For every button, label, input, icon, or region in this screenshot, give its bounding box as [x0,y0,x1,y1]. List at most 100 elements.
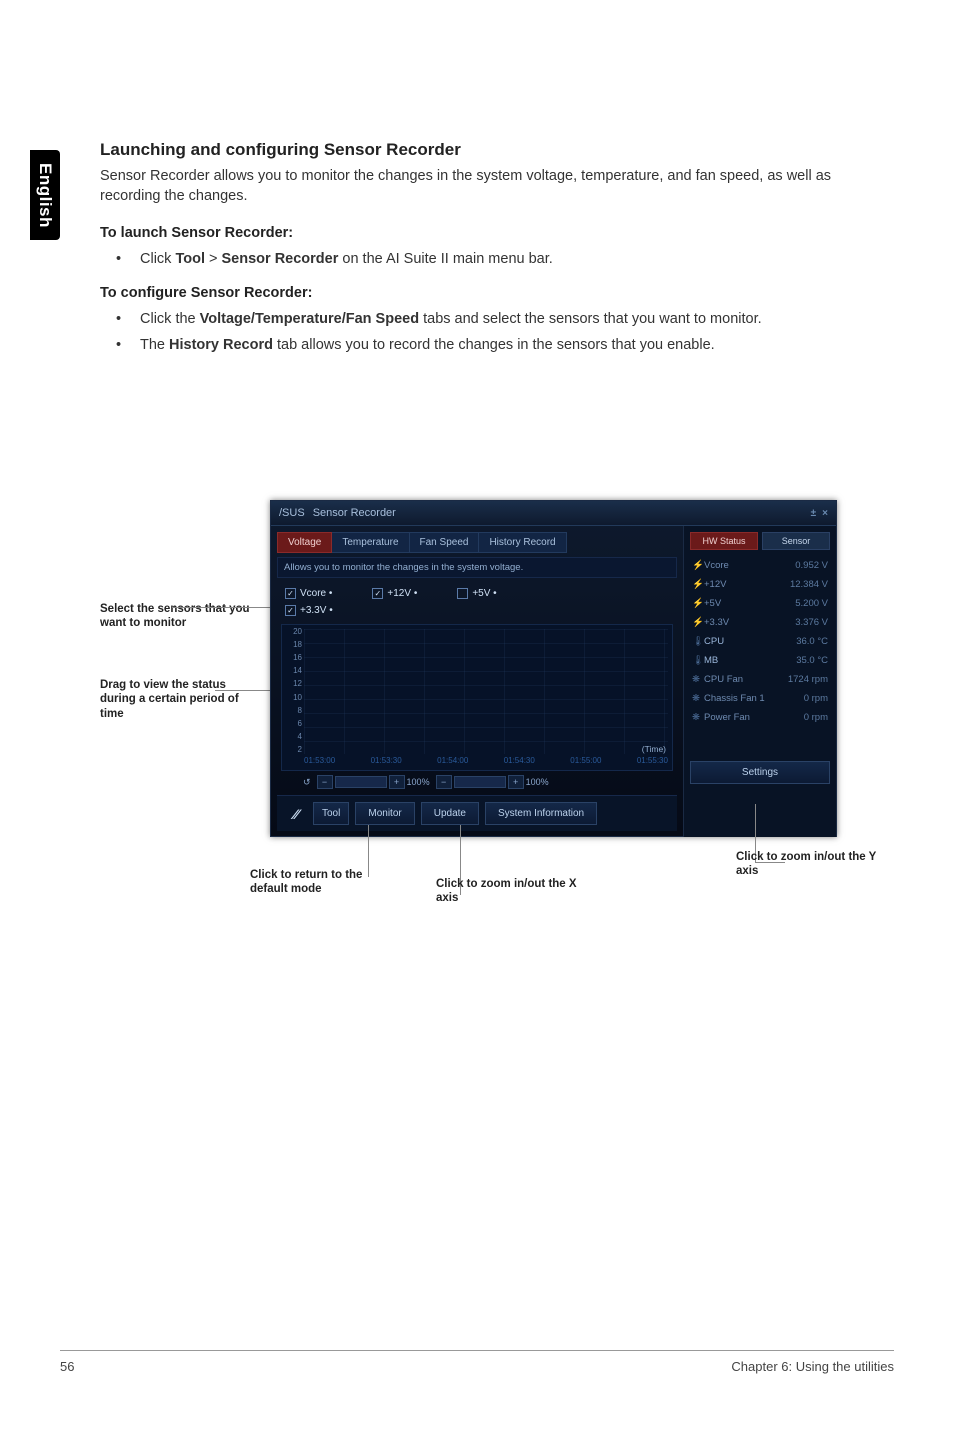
chapter-title: Chapter 6: Using the utilities [731,1359,894,1374]
side-row-power-fan: ❋Power Fan 0 rpm [690,708,830,727]
thermometer-icon: 🌡 [692,636,702,647]
side-row-12v: ⚡+12V12.384 V [690,575,830,594]
checkbox-icon: ✓ [372,588,383,599]
sensor-checkbox-row: ✓Vcore • ✓ +12V • +5V • [277,584,677,603]
launch-title: To launch Sensor Recorder: [100,225,894,241]
config-bullet-1: Click the Voltage/Temperature/Fan Speed … [104,309,894,329]
zoom-x-slider[interactable] [335,776,387,788]
settings-button[interactable]: Settings [690,761,830,784]
checkbox-5v[interactable]: +5V • [457,588,496,599]
tool-button[interactable]: Tool [313,802,349,825]
side-row-5v: ⚡+5V5.200 V [690,594,830,613]
label: Power Fan [704,712,750,723]
text: > [205,251,222,267]
tick: 01:55:00 [570,756,601,770]
text: tabs and select the sensors that you wan… [419,311,762,327]
value: 12.384 V [790,579,828,590]
zoom-y-slider[interactable] [454,776,506,788]
bolt-icon: ⚡ [692,560,702,571]
thermometer-icon: 🌡 [692,655,702,666]
tick: 01:53:00 [304,756,335,770]
checkbox-icon [457,588,468,599]
value: 35.0 °C [796,655,828,666]
tick: 12 [284,679,302,688]
tick: 01:53:30 [371,756,402,770]
label: +12V • [387,588,417,599]
label: Vcore • [300,588,332,599]
checkbox-vcore[interactable]: ✓Vcore • [285,588,332,599]
value: 1724 rpm [788,674,828,685]
main-panel: Voltage Temperature Fan Speed History Re… [271,526,683,837]
label: CPU [704,636,724,647]
label: MB [704,655,718,666]
zoom-y-value: 100% [526,777,549,787]
bold: History Record [169,337,273,353]
tick: 8 [284,706,302,715]
close-icon[interactable]: × [822,508,828,519]
value: 0.952 V [795,560,828,571]
value: 36.0 °C [796,636,828,647]
callout-line [172,607,276,608]
label: +12V [704,579,726,590]
monitor-button[interactable]: Monitor [355,802,414,825]
tick: 01:54:00 [437,756,468,770]
window-title: Sensor Recorder [313,507,396,519]
side-row-chassis-fan: ❋Chassis Fan 10 rpm [690,689,830,708]
chart-grid [304,629,668,754]
side-row-cpu-temp: 🌡CPU 36.0 °C [690,632,830,651]
checkbox-12v[interactable]: ✓ +12V • [372,588,417,599]
tab-fan-speed[interactable]: Fan Speed [409,532,480,553]
launch-bullet: Click Tool > Sensor Recorder on the AI S… [104,249,894,269]
tab-temperature[interactable]: Temperature [331,532,409,553]
value: 0 rpm [804,693,828,704]
fan-icon: ❋ [692,674,702,685]
label: CPU Fan [704,674,743,685]
tick: 16 [284,653,302,662]
zoom-y-out-button[interactable]: − [436,775,452,789]
update-button[interactable]: Update [421,802,479,825]
tab-voltage[interactable]: Voltage [277,532,332,553]
tick: 01:55:30 [637,756,668,770]
x-axis: 01:53:00 01:53:30 01:54:00 01:54:30 01:5… [304,756,668,770]
tick: 01:54:30 [504,756,535,770]
tick: 14 [284,666,302,675]
checkbox-3v3[interactable]: ✓+3.3V • [285,605,669,616]
footer-logo-icon: ⁄⁄ [285,806,307,822]
zoom-x-out-button[interactable]: − [317,775,333,789]
language-tab: English [30,150,60,240]
value: 0 rpm [804,712,828,723]
text: on the AI Suite II main menu bar. [338,251,552,267]
brand-logo: /SUS [279,507,305,519]
callout-zoom-y: Click to zoom in/out the Y axis [736,850,896,879]
fan-icon: ❋ [692,712,702,723]
label: +3.3V • [300,605,333,616]
bold: Tool [175,251,205,267]
bold: Voltage/Temperature/Fan Speed [200,311,419,327]
system-info-button[interactable]: System Information [485,802,597,825]
side-row-cpu-fan: ❋CPU Fan 1724 rpm [690,670,830,689]
zoom-y-in-button[interactable]: + [508,775,524,789]
side-row-3v3: ⚡+3.3V3.376 V [690,613,830,632]
side-panel: HW Status Sensor ⚡Vcore0.952 V ⚡+12V 12.3… [683,526,836,837]
bold: Sensor Recorder [222,251,339,267]
zoom-x-in-button[interactable]: + [389,775,405,789]
tick: 4 [284,732,302,741]
config-bullet-2: The History Record tab allows you to rec… [104,335,894,355]
pin-icon[interactable]: ± [811,508,817,519]
side-row-vcore: ⚡Vcore0.952 V [690,556,830,575]
tick: 2 [284,745,302,754]
sensor-recorder-window: /SUS Sensor Recorder ± × Voltage Tempera… [270,500,837,837]
reset-icon[interactable]: ↺ [303,777,311,788]
config-title: To configure Sensor Recorder: [100,285,894,301]
tick: 18 [284,640,302,649]
text: tab allows you to record the changes in … [273,337,715,353]
footer-bar: ⁄⁄ Tool Monitor Update System Informatio… [277,795,677,831]
value: 5.200 V [795,598,828,609]
tick: 10 [284,693,302,702]
side-tab-sensor[interactable]: Sensor [762,532,830,550]
text: Click the [140,311,200,327]
voltage-chart[interactable]: 20 18 16 14 12 10 8 6 4 2 (Time) 01:5 [281,624,673,771]
page-content: Launching and configuring Sensor Recorde… [100,140,894,371]
side-tab-hw-status[interactable]: HW Status [690,532,758,550]
tab-history-record[interactable]: History Record [478,532,566,553]
